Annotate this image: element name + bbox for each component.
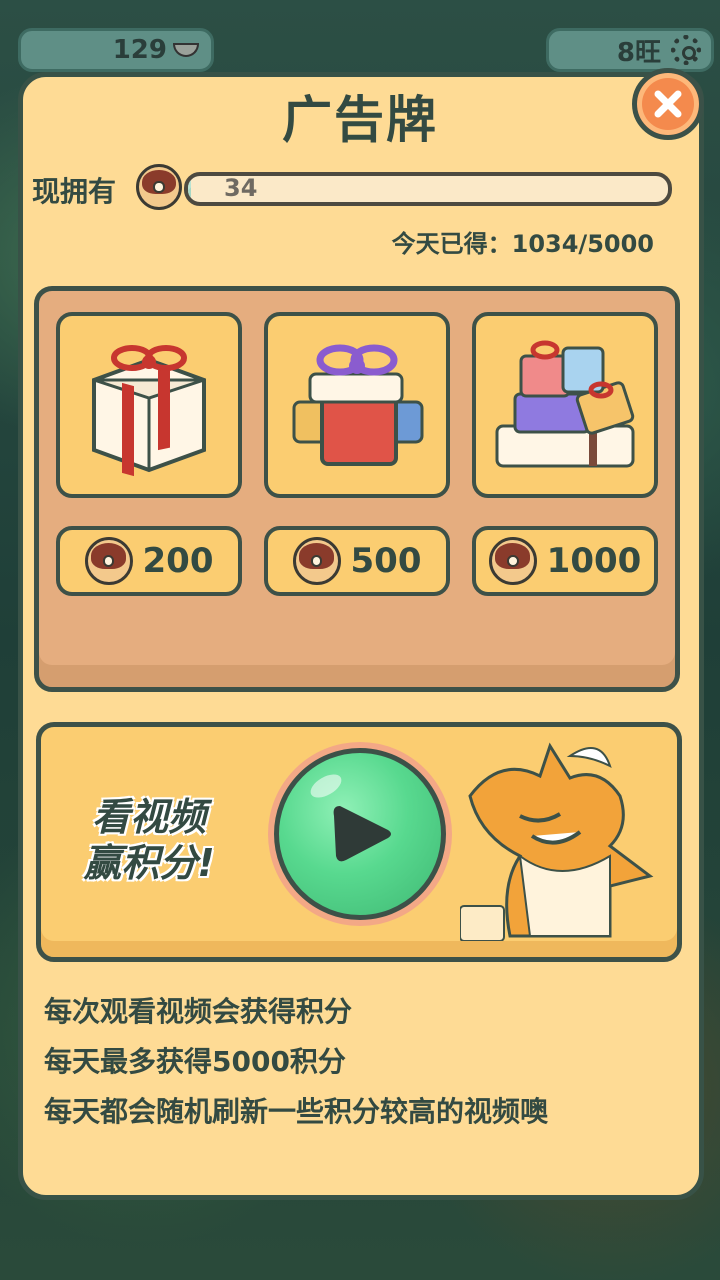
play-video-button[interactable] bbox=[268, 742, 452, 926]
donut-icon bbox=[488, 537, 537, 585]
progress-fill bbox=[188, 176, 192, 202]
owned-points: 34 bbox=[224, 174, 258, 202]
play-button-face bbox=[274, 748, 446, 920]
buy-button-1000[interactable]: 1000 bbox=[472, 526, 658, 596]
gift-stack-icon bbox=[292, 344, 424, 466]
owned-label: 现拥有 bbox=[32, 175, 117, 208]
today-earned: 今天已得：1034/5000 bbox=[391, 230, 654, 258]
price-label: 200 bbox=[142, 541, 214, 581]
donut-icon bbox=[84, 537, 133, 585]
gift-card-small[interactable] bbox=[56, 312, 242, 498]
gift-box-icon bbox=[92, 345, 206, 477]
info-line-2: 每天最多获得5000积分 bbox=[44, 1045, 346, 1078]
gift-card-medium[interactable] bbox=[264, 312, 450, 498]
gift-pile-icon bbox=[495, 340, 635, 468]
points-progress-bar: 34 bbox=[184, 172, 672, 206]
donut-icon bbox=[292, 537, 341, 585]
coin-count: 129 bbox=[112, 35, 167, 65]
video-line-1: 看视频 bbox=[91, 795, 206, 839]
watch-video-text: 看视频 赢积分! bbox=[64, 794, 234, 886]
page-title: 广告牌 bbox=[282, 91, 438, 149]
donut-icon bbox=[136, 164, 182, 210]
ingot-icon bbox=[173, 43, 199, 57]
fox-mascot-illustration bbox=[460, 742, 654, 941]
wang-count: 8旺 bbox=[616, 37, 661, 68]
info-line-1: 每次观看视频会获得积分 bbox=[44, 995, 353, 1028]
gear-icon[interactable] bbox=[671, 35, 701, 65]
wang-counter: 8旺 bbox=[546, 28, 714, 72]
info-line-3: 每天都会随机刷新一些积分较高的视频噢 bbox=[44, 1095, 549, 1128]
price-label: 1000 bbox=[546, 541, 642, 581]
price-label: 500 bbox=[350, 541, 422, 581]
play-icon bbox=[333, 806, 391, 862]
video-line-2: 赢积分! bbox=[83, 841, 215, 885]
buy-button-500[interactable]: 500 bbox=[264, 526, 450, 596]
buy-button-200[interactable]: 200 bbox=[56, 526, 242, 596]
gift-card-large[interactable] bbox=[472, 312, 658, 498]
coin-counter: 129 bbox=[18, 28, 214, 72]
